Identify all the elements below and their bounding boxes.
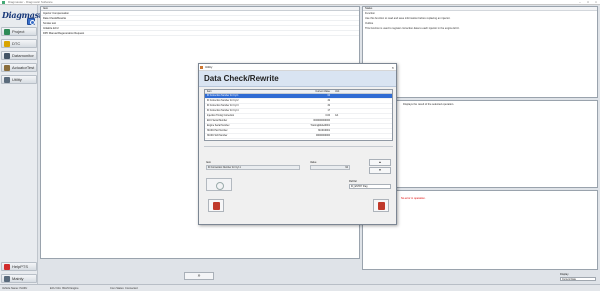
close-icon[interactable]: × xyxy=(392,64,394,71)
next-button[interactable]: » xyxy=(184,272,214,280)
display-label: Display xyxy=(560,273,569,276)
dialog-heading: Data Check/Rewrite xyxy=(199,71,396,87)
message-panel: No error in operation. xyxy=(362,190,598,270)
item-label: Item xyxy=(206,161,212,164)
value-label: Value xyxy=(310,161,317,164)
cell-value: 00000000000 xyxy=(315,135,330,137)
status-bar: Vehicle Name: ISUZU ECU Info: ISUZU Engi… xyxy=(0,284,600,291)
close-window-icon[interactable]: × xyxy=(592,0,600,5)
divider xyxy=(204,146,393,147)
save-button[interactable] xyxy=(208,199,224,212)
sidebar-item-label: ActuatorTest xyxy=(12,65,35,70)
sidebar: Diagmaster Project DTC Datamonitor Actua… xyxy=(0,5,51,284)
status-panel: Status Function Use this function to rea… xyxy=(362,6,598,98)
value-field[interactable]: 64 xyxy=(310,165,350,170)
sidebar-item-label: Project xyxy=(12,29,25,34)
status-ecu: ECU Info: ISUZU Engine xyxy=(50,287,79,290)
table-row[interactable]: ISUZU Soft Number 00000000000 xyxy=(205,134,392,139)
sidebar-item-datamonitor[interactable]: Datamonitor xyxy=(1,51,37,60)
status-line: This function is used to register correc… xyxy=(365,27,460,30)
dtc-icon xyxy=(4,41,10,47)
refval-select[interactable]: ID_ENTRY Flag xyxy=(349,184,391,189)
item-field: ID Correction Number for Cyl.1 xyxy=(206,165,300,170)
increment-button[interactable]: ▲ xyxy=(369,159,391,166)
sidebar-item-helppts[interactable]: HelpPTS xyxy=(1,262,37,271)
actuator-icon xyxy=(4,65,10,71)
utility-icon xyxy=(4,77,10,83)
refval-label: RefVal xyxy=(349,180,357,183)
sidebar-item-label: DTC xyxy=(12,41,21,46)
settings-button[interactable] xyxy=(27,18,35,25)
utility-dialog: Utility × Data Check/Rewrite Item Curren… xyxy=(198,63,397,225)
sidebar-item-label: HelpPTS xyxy=(12,264,29,269)
status-com: Com Status: Connected xyxy=(110,287,138,290)
cell-item: ISUZU Soft Number xyxy=(207,135,228,137)
list-item[interactable]: DPF Manual Regeneration Request xyxy=(41,31,359,36)
result-text: Displays the result of the selected oper… xyxy=(403,103,455,106)
save-icon xyxy=(213,202,220,210)
monitor-icon xyxy=(4,53,10,59)
result-panel: Displays the result of the selected oper… xyxy=(362,100,598,188)
app-icon xyxy=(2,1,5,4)
sidebar-item-label: Utility xyxy=(12,77,22,82)
sidebar-item-utility[interactable]: Utility xyxy=(1,75,37,84)
sidebar-item-actuatortest[interactable]: ActuatorTest xyxy=(1,63,37,72)
write-button[interactable] xyxy=(206,178,232,191)
sidebar-item-dtc[interactable]: DTC xyxy=(1,39,37,48)
exit-button[interactable] xyxy=(373,199,389,212)
folder-icon xyxy=(4,29,10,35)
dialog-titlebar: Utility × xyxy=(199,64,396,71)
minimize-icon[interactable]: – xyxy=(576,0,584,5)
status-vehicle: Vehicle Name: ISUZU xyxy=(2,287,28,290)
sidebar-item-project[interactable]: Project xyxy=(1,27,37,36)
home-icon xyxy=(4,276,10,282)
sidebar-item-mainly[interactable]: Mainly xyxy=(1,274,37,283)
data-grid: Item Current Value Unit ID Correction Nu… xyxy=(204,89,393,141)
decrement-button[interactable]: ▼ xyxy=(369,167,391,174)
dialog-title: Utility xyxy=(205,65,213,69)
sidebar-item-label: Datamonitor xyxy=(12,53,34,58)
sidebar-item-label: Mainly xyxy=(12,276,24,281)
help-icon xyxy=(4,264,10,270)
maximize-icon[interactable]: □ xyxy=(584,0,592,5)
message-text: No error in operation. xyxy=(401,197,426,200)
exit-icon xyxy=(378,202,385,210)
dialog-app-icon xyxy=(200,66,203,69)
display-select[interactable]: Current Data xyxy=(560,277,596,281)
window-titlebar: Diagmaster - Diagnostic Software – □ × xyxy=(0,0,600,5)
